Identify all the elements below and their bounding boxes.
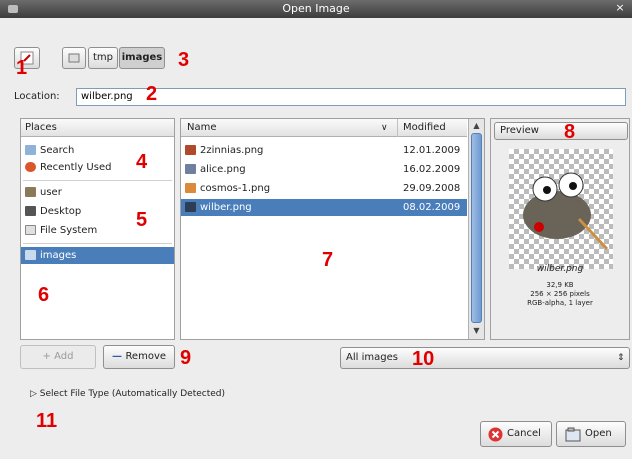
add-button-label: Add xyxy=(54,351,74,362)
preview-pane: Preview wilber.png 32,9 KB 256 × 256 pix… xyxy=(490,118,630,340)
preview-dimensions: 256 × 256 pixels xyxy=(530,290,590,298)
places-pane: Places Search Recently Used user Desktop… xyxy=(20,118,175,340)
file-modified: 08.02.2009 xyxy=(403,202,461,213)
file-name: alice.png xyxy=(200,164,246,175)
path-segment-images[interactable]: images xyxy=(119,47,165,69)
places-item-images[interactable]: images xyxy=(21,247,174,264)
callout-6: 6 xyxy=(38,284,50,306)
path-segment-tmp[interactable]: tmp xyxy=(88,47,118,69)
callout-4: 4 xyxy=(136,151,148,173)
add-bookmark-button[interactable]: + Add xyxy=(20,345,96,369)
open-button-label: Open xyxy=(585,428,612,439)
title-bar: Open Image × xyxy=(0,0,632,18)
open-image-dialog: Open Image × 1 tmp images 3 Location: wi… xyxy=(0,0,632,459)
file-type-label: Select File Type (Automatically Detected… xyxy=(39,389,226,399)
window-title: Open Image xyxy=(282,2,350,15)
path-back-button[interactable] xyxy=(62,47,86,69)
callout-8: 8 xyxy=(564,121,576,143)
callout-10: 10 xyxy=(412,348,435,370)
preview-thumbnail xyxy=(509,149,613,269)
file-modified: 29.09.2008 xyxy=(403,183,461,194)
file-row[interactable]: alice.png 16.02.2009 xyxy=(181,161,467,178)
preview-mode: RGB-alpha, 1 layer xyxy=(527,299,593,307)
preview-size: 32,9 KB xyxy=(546,281,574,289)
scrollbar-thumb[interactable] xyxy=(471,133,482,323)
callout-1: 1 xyxy=(16,57,28,79)
file-modified: 16.02.2009 xyxy=(403,164,461,175)
callout-5: 5 xyxy=(136,209,148,231)
column-divider xyxy=(397,119,398,137)
file-name: cosmos-1.png xyxy=(200,183,271,194)
home-folder-icon xyxy=(25,187,36,197)
file-modified: 12.01.2009 xyxy=(403,145,461,156)
minus-icon: — xyxy=(111,351,126,362)
file-filter-value: All images xyxy=(346,352,398,363)
places-item-user[interactable]: user xyxy=(21,184,174,201)
dropdown-arrows-icon: ⇕ xyxy=(617,353,625,363)
column-modified[interactable]: Modified xyxy=(403,119,446,137)
places-header: Places xyxy=(21,119,174,137)
expander-triangle-icon: ▷ xyxy=(30,389,40,399)
preview-button-label: Preview xyxy=(500,125,539,136)
places-item-file-system[interactable]: File System xyxy=(21,222,174,239)
places-item-search[interactable]: Search xyxy=(21,142,174,159)
places-item-desktop[interactable]: Desktop xyxy=(21,203,174,220)
places-item-recently-used[interactable]: Recently Used xyxy=(21,159,174,176)
file-name: wilber.png xyxy=(200,202,252,213)
image-file-icon xyxy=(185,183,196,193)
places-separator xyxy=(23,180,172,181)
image-file-icon xyxy=(185,145,196,155)
scroll-down-icon[interactable]: ▼ xyxy=(471,326,482,336)
image-file-icon xyxy=(185,164,196,174)
file-row[interactable]: 2zinnias.png 12.01.2009 xyxy=(181,142,467,159)
file-list-pane: Name ∨ Modified 2zinnias.png 12.01.2009 … xyxy=(180,118,485,340)
open-folder-icon xyxy=(565,427,581,442)
remove-bookmark-button[interactable]: — Remove xyxy=(103,345,175,369)
drive-icon xyxy=(68,53,80,63)
location-label: Location: xyxy=(14,91,60,102)
callout-9: 9 xyxy=(180,347,192,369)
desktop-icon xyxy=(25,206,36,216)
places-item-label: images xyxy=(40,250,77,261)
search-icon xyxy=(25,145,36,155)
location-field[interactable]: wilber.png xyxy=(76,88,626,106)
drive-icon xyxy=(25,225,36,235)
places-item-label: File System xyxy=(40,225,98,236)
file-list-header: Name ∨ Modified xyxy=(181,119,467,137)
file-row-selected[interactable]: wilber.png 08.02.2009 xyxy=(181,199,467,216)
file-filter-select[interactable]: All images ⇕ xyxy=(340,347,630,369)
cancel-icon xyxy=(488,427,503,442)
remove-button-label: Remove xyxy=(125,351,167,362)
preview-filename: wilber.png xyxy=(536,264,584,274)
places-separator xyxy=(23,243,172,244)
location-value: wilber.png xyxy=(81,91,133,102)
file-name: 2zinnias.png xyxy=(200,145,264,156)
places-item-label: Recently Used xyxy=(40,162,112,173)
open-button[interactable]: Open xyxy=(556,421,626,447)
chevron-down-icon[interactable]: ∨ xyxy=(381,119,388,137)
clock-icon xyxy=(25,162,36,172)
scroll-up-icon[interactable]: ▲ xyxy=(471,121,482,131)
close-icon[interactable]: × xyxy=(613,1,627,15)
file-row[interactable]: cosmos-1.png 29.09.2008 xyxy=(181,180,467,197)
cancel-button-label: Cancel xyxy=(507,428,541,439)
file-list-scrollbar[interactable]: ▲ ▼ xyxy=(468,119,484,339)
callout-2: 2 xyxy=(146,83,158,105)
wilber-image xyxy=(523,172,609,251)
column-name[interactable]: Name xyxy=(187,119,217,137)
places-item-label: Desktop xyxy=(40,206,82,217)
callout-3: 3 xyxy=(178,49,190,71)
file-type-expander[interactable]: ▷ Select File Type (Automatically Detect… xyxy=(30,389,225,399)
folder-icon xyxy=(25,250,36,260)
callout-11: 11 xyxy=(36,410,58,432)
preview-button[interactable]: Preview xyxy=(494,122,628,140)
cancel-button[interactable]: Cancel xyxy=(480,421,552,447)
image-file-icon xyxy=(185,202,196,212)
callout-7: 7 xyxy=(322,249,334,271)
plus-icon: + xyxy=(42,351,55,362)
places-item-label: Search xyxy=(40,145,75,156)
places-item-label: user xyxy=(40,187,62,198)
